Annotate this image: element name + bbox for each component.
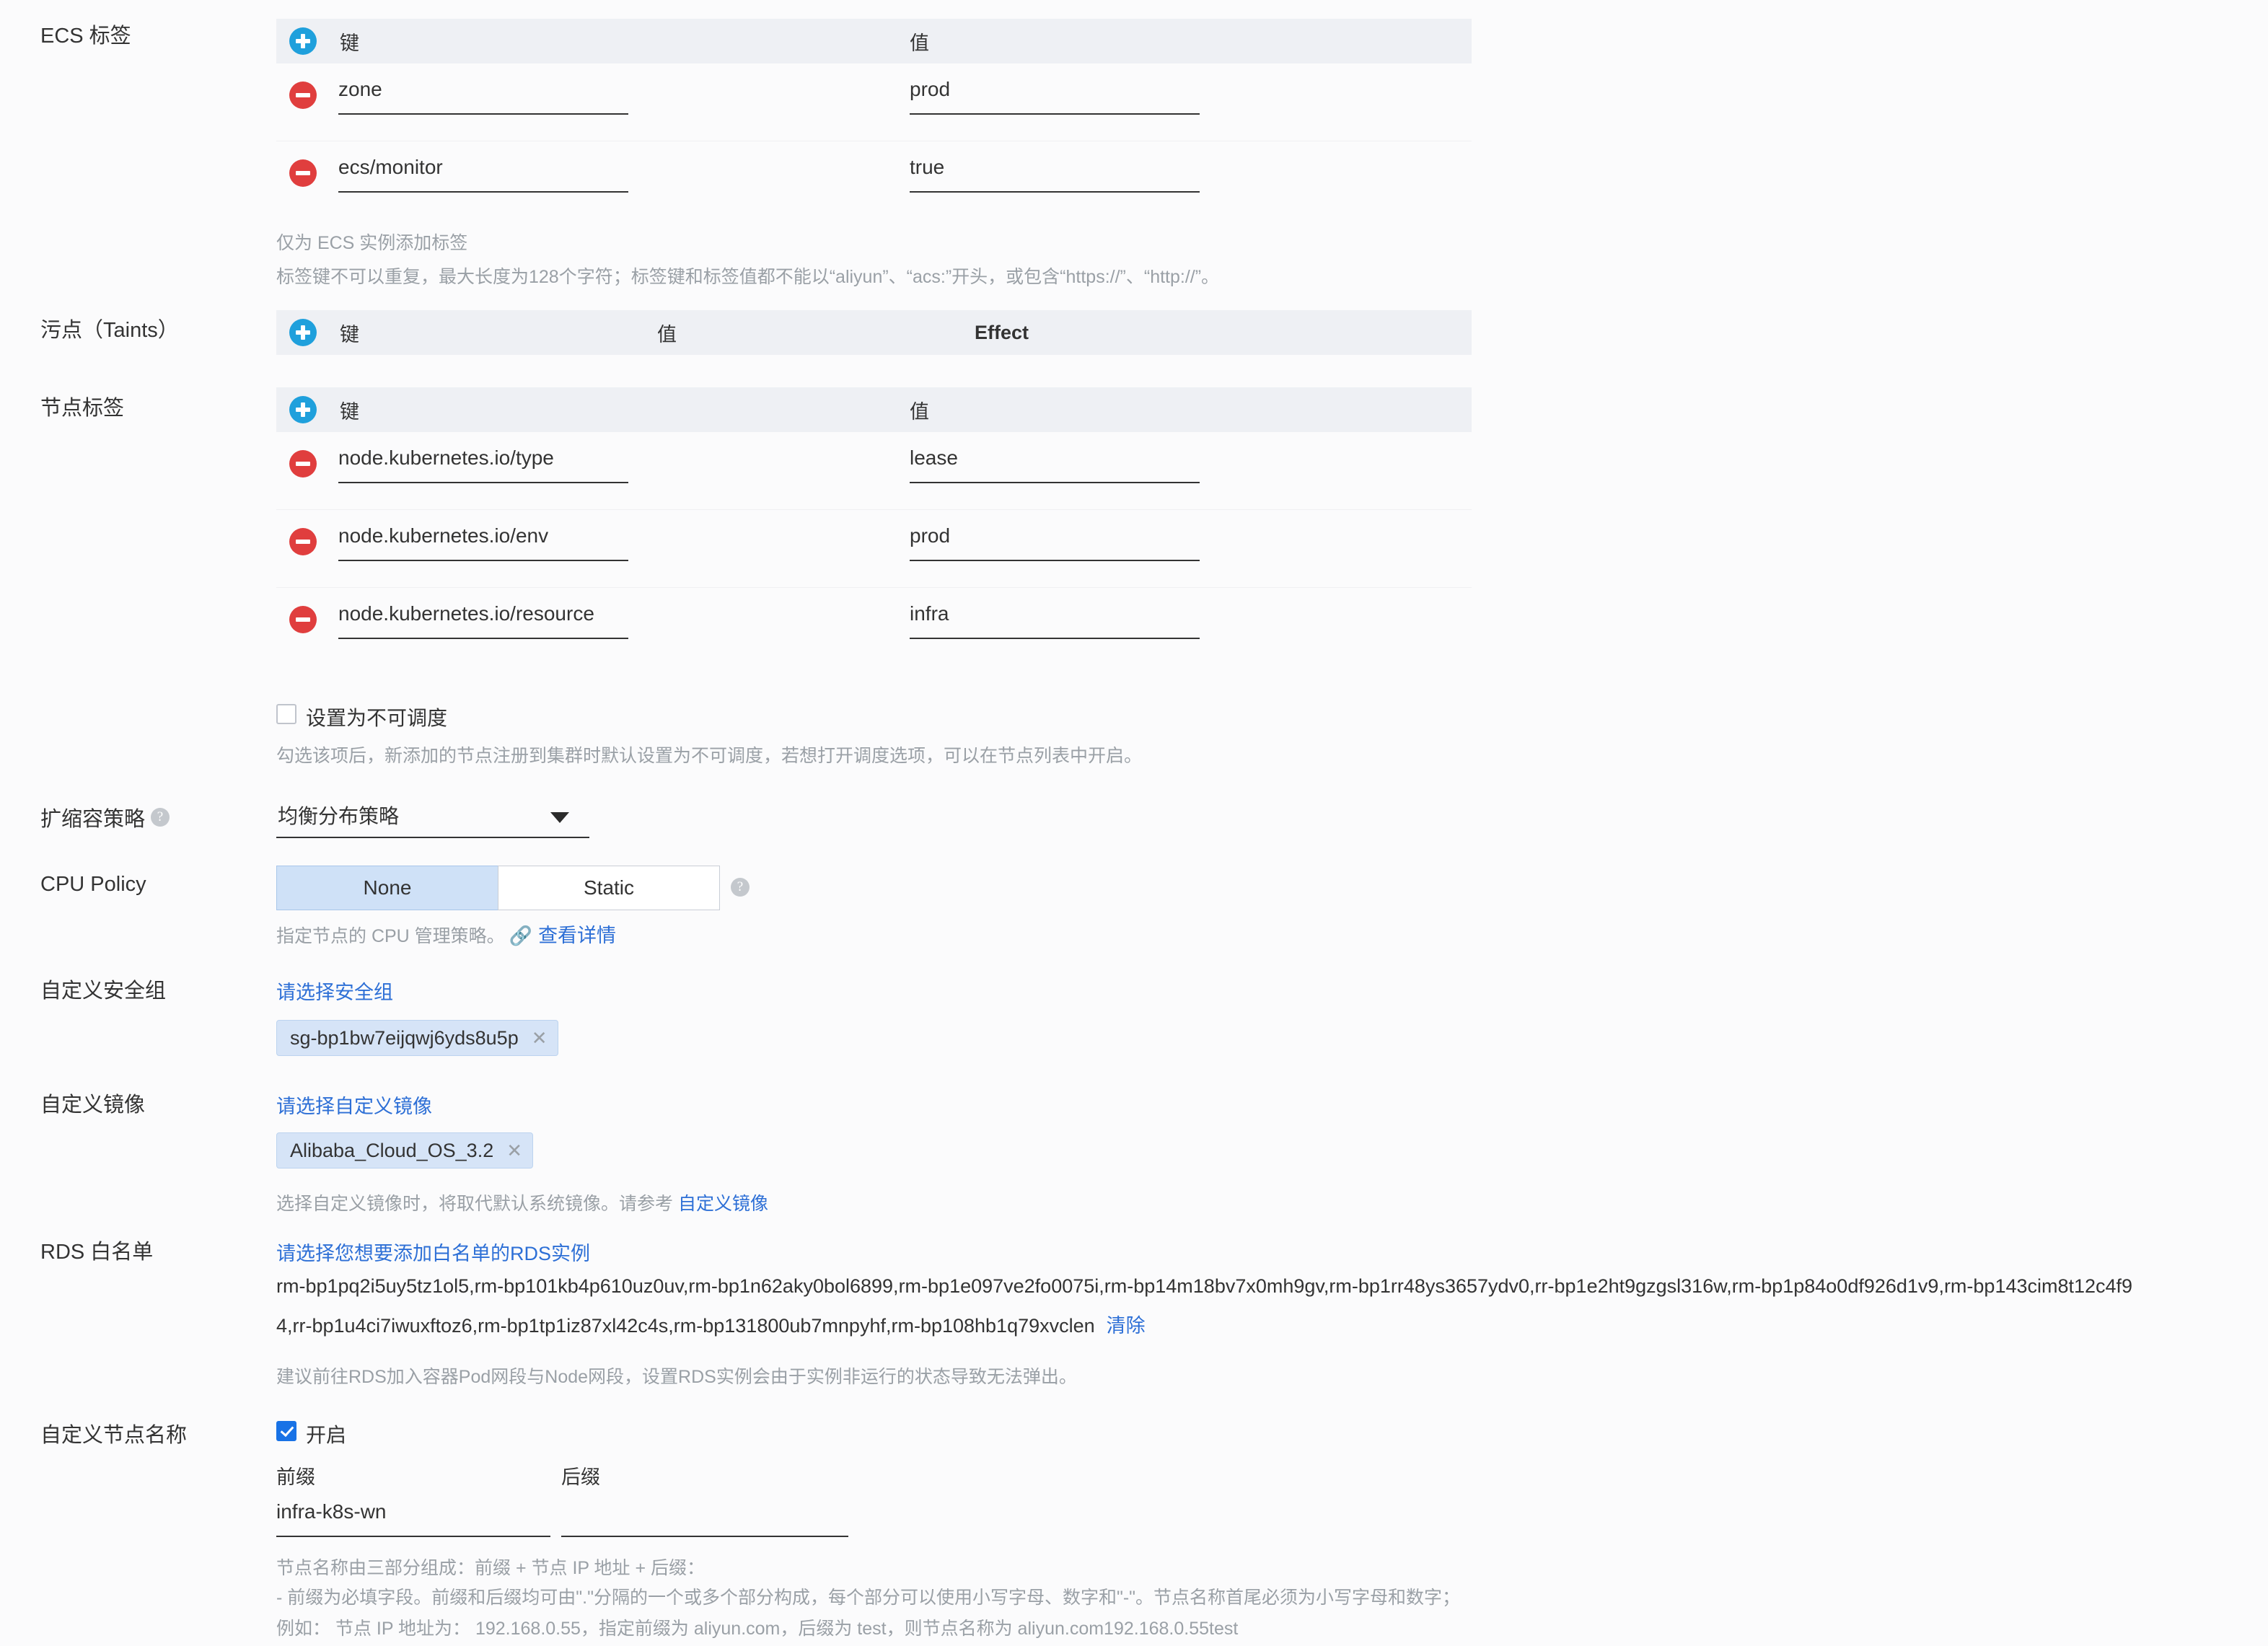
cpu-policy-hint: 指定节点的 CPU 管理策略。 🔗 查看详情 <box>276 921 616 951</box>
remove-security-group-chip-icon[interactable]: ✕ <box>532 1027 548 1049</box>
column-header-key: 键 <box>340 400 359 423</box>
ecs-tag-row <box>276 63 1472 141</box>
cpu-policy-segmented-control: None Static <box>276 866 720 910</box>
node-labels-label: 节点标签 <box>40 397 125 420</box>
taints-table-header: 键 值 Effect <box>276 310 1472 355</box>
ecs-tag-row <box>276 141 1472 219</box>
rds-whitelist-label: RDS 白名单 <box>40 1241 154 1264</box>
rds-whitelist-clear-link[interactable]: 清除 <box>1107 1315 1146 1337</box>
chevron-down-icon[interactable] <box>550 812 569 823</box>
custom-node-name-hint-2: - 前缀为必填字段。前缀和后缀均可由"."分隔的一个或多个部分构成，每个部分可以… <box>276 1588 1461 1608</box>
remove-ecs-tag-icon[interactable] <box>289 159 317 187</box>
ecs-tags-label: ECS 标签 <box>40 25 131 48</box>
cpu-policy-details-link[interactable]: 查看详情 <box>538 925 616 946</box>
remove-node-label-icon[interactable] <box>289 528 317 555</box>
custom-image-reference-link[interactable]: 自定义镜像 <box>678 1194 768 1214</box>
cpu-policy-help-icon[interactable]: ? <box>731 878 750 897</box>
node-label-value-input[interactable] <box>910 441 1200 483</box>
ecs-tag-key-input[interactable] <box>338 73 628 115</box>
ecs-tags-hint-2: 标签键不可以重复，最大长度为128个字符；标签键和标签值都不能以“aliyun”… <box>276 267 1220 287</box>
security-group-label: 自定义安全组 <box>40 980 167 1003</box>
column-header-effect: Effect <box>975 321 1029 343</box>
select-rds-instance-link[interactable]: 请选择您想要添加白名单的RDS实例 <box>276 1238 590 1266</box>
link-chain-icon: 🔗 <box>509 925 533 946</box>
unschedulable-checkbox[interactable] <box>276 704 296 724</box>
custom-image-hint: 选择自定义镜像时，将取代默认系统镜像。请参考 自定义镜像 <box>276 1190 768 1218</box>
remove-node-label-icon[interactable] <box>289 450 317 477</box>
column-header-value: 值 <box>910 400 929 423</box>
scaling-policy-label-text: 扩缩容策略 <box>40 808 146 831</box>
custom-image-hint-text: 选择自定义镜像时，将取代默认系统镜像。请参考 <box>276 1194 678 1214</box>
node-labels-table: 键 值 <box>276 387 1472 665</box>
taints-label: 污点（Taints） <box>40 319 179 342</box>
ecs-tag-value-input[interactable] <box>910 151 1200 193</box>
custom-node-name-checkbox[interactable] <box>276 1421 296 1441</box>
add-taint-icon[interactable] <box>289 319 317 346</box>
column-header-key: 键 <box>340 32 359 54</box>
column-header-key: 键 <box>340 323 359 346</box>
node-label-row <box>276 588 1472 665</box>
select-security-group-link[interactable]: 请选择安全组 <box>276 977 393 1005</box>
cpu-policy-option-static[interactable]: Static <box>498 866 720 910</box>
unschedulable-checkbox-label[interactable]: 设置为不可调度 <box>306 703 447 731</box>
cpu-policy-hint-text: 指定节点的 CPU 管理策略。 <box>276 926 505 946</box>
scaling-policy-label: 扩缩容策略? <box>40 806 257 834</box>
remove-ecs-tag-icon[interactable] <box>289 82 317 109</box>
ecs-tags-table: 键 值 <box>276 19 1472 219</box>
remove-custom-image-chip-icon[interactable]: ✕ <box>506 1140 522 1162</box>
custom-node-name-hint-3: 例如： 节点 IP 地址为： 192.168.0.55，指定前缀为 aliyun… <box>276 1619 1239 1639</box>
column-header-value: 值 <box>657 323 677 346</box>
node-name-suffix-input[interactable] <box>561 1495 848 1537</box>
ecs-tags-table-header: 键 值 <box>276 19 1472 63</box>
rds-whitelist-value: rm-bp1pq2i5uy5tz1ol5,rm-bp101kb4p610uz0u… <box>276 1267 2137 1346</box>
node-label-key-input[interactable] <box>338 441 628 483</box>
scaling-policy-selected-value: 均衡分布策略 <box>278 805 400 827</box>
select-custom-image-link[interactable]: 请选择自定义镜像 <box>276 1091 432 1119</box>
scaling-policy-select[interactable]: 均衡分布策略 <box>276 799 589 838</box>
remove-node-label-icon[interactable] <box>289 606 317 633</box>
node-labels-table-header: 键 值 <box>276 387 1472 432</box>
ecs-tag-key-input[interactable] <box>338 151 628 193</box>
add-node-label-icon[interactable] <box>289 396 317 423</box>
custom-node-name-label: 自定义节点名称 <box>40 1424 188 1447</box>
help-circle-icon[interactable]: ? <box>151 808 170 827</box>
add-ecs-tag-icon[interactable] <box>289 27 317 55</box>
cpu-policy-option-none[interactable]: None <box>276 866 498 910</box>
node-label-key-input[interactable] <box>338 519 628 561</box>
node-name-suffix-label: 后缀 <box>561 1466 600 1488</box>
node-label-value-input[interactable] <box>910 519 1200 561</box>
security-group-chip: sg-bp1bw7eijqwj6yds8u5p ✕ <box>276 1020 558 1056</box>
security-group-chip-label: sg-bp1bw7eijqwj6yds8u5p <box>290 1026 519 1049</box>
node-label-row <box>276 432 1472 510</box>
node-label-key-input[interactable] <box>338 597 628 639</box>
custom-image-chip: Alibaba_Cloud_OS_3.2 ✕ <box>276 1132 534 1169</box>
custom-image-label: 自定义镜像 <box>40 1093 146 1117</box>
ecs-tags-hint-1: 仅为 ECS 实例添加标签 <box>276 233 468 253</box>
unschedulable-hint: 勾选该项后，新添加的节点注册到集群时默认设置为不可调度，若想打开调度选项，可以在… <box>276 746 1143 766</box>
custom-image-chip-label: Alibaba_Cloud_OS_3.2 <box>290 1139 494 1161</box>
rds-whitelist-value-text: rm-bp1pq2i5uy5tz1ol5,rm-bp101kb4p610uz0u… <box>276 1275 2133 1337</box>
ecs-tag-value-input[interactable] <box>910 73 1200 115</box>
custom-node-name-checkbox-label[interactable]: 开启 <box>306 1420 346 1448</box>
taints-table: 键 值 Effect <box>276 310 1472 355</box>
cpu-policy-label: CPU Policy <box>40 873 146 896</box>
node-label-row <box>276 510 1472 588</box>
node-name-prefix-label: 前缀 <box>276 1466 315 1488</box>
rds-whitelist-hint: 建议前往RDS加入容器Pod网段与Node网段，设置RDS实例会由于实例非运行的… <box>276 1367 1077 1387</box>
node-name-prefix-input[interactable] <box>276 1495 550 1537</box>
column-header-value: 值 <box>910 32 929 54</box>
node-label-value-input[interactable] <box>910 597 1200 639</box>
node-pool-config-page: ECS 标签 键 值 仅为 ECS 实例添加标签 标签键不可以重复，最大长度为1… <box>0 0 2268 1639</box>
